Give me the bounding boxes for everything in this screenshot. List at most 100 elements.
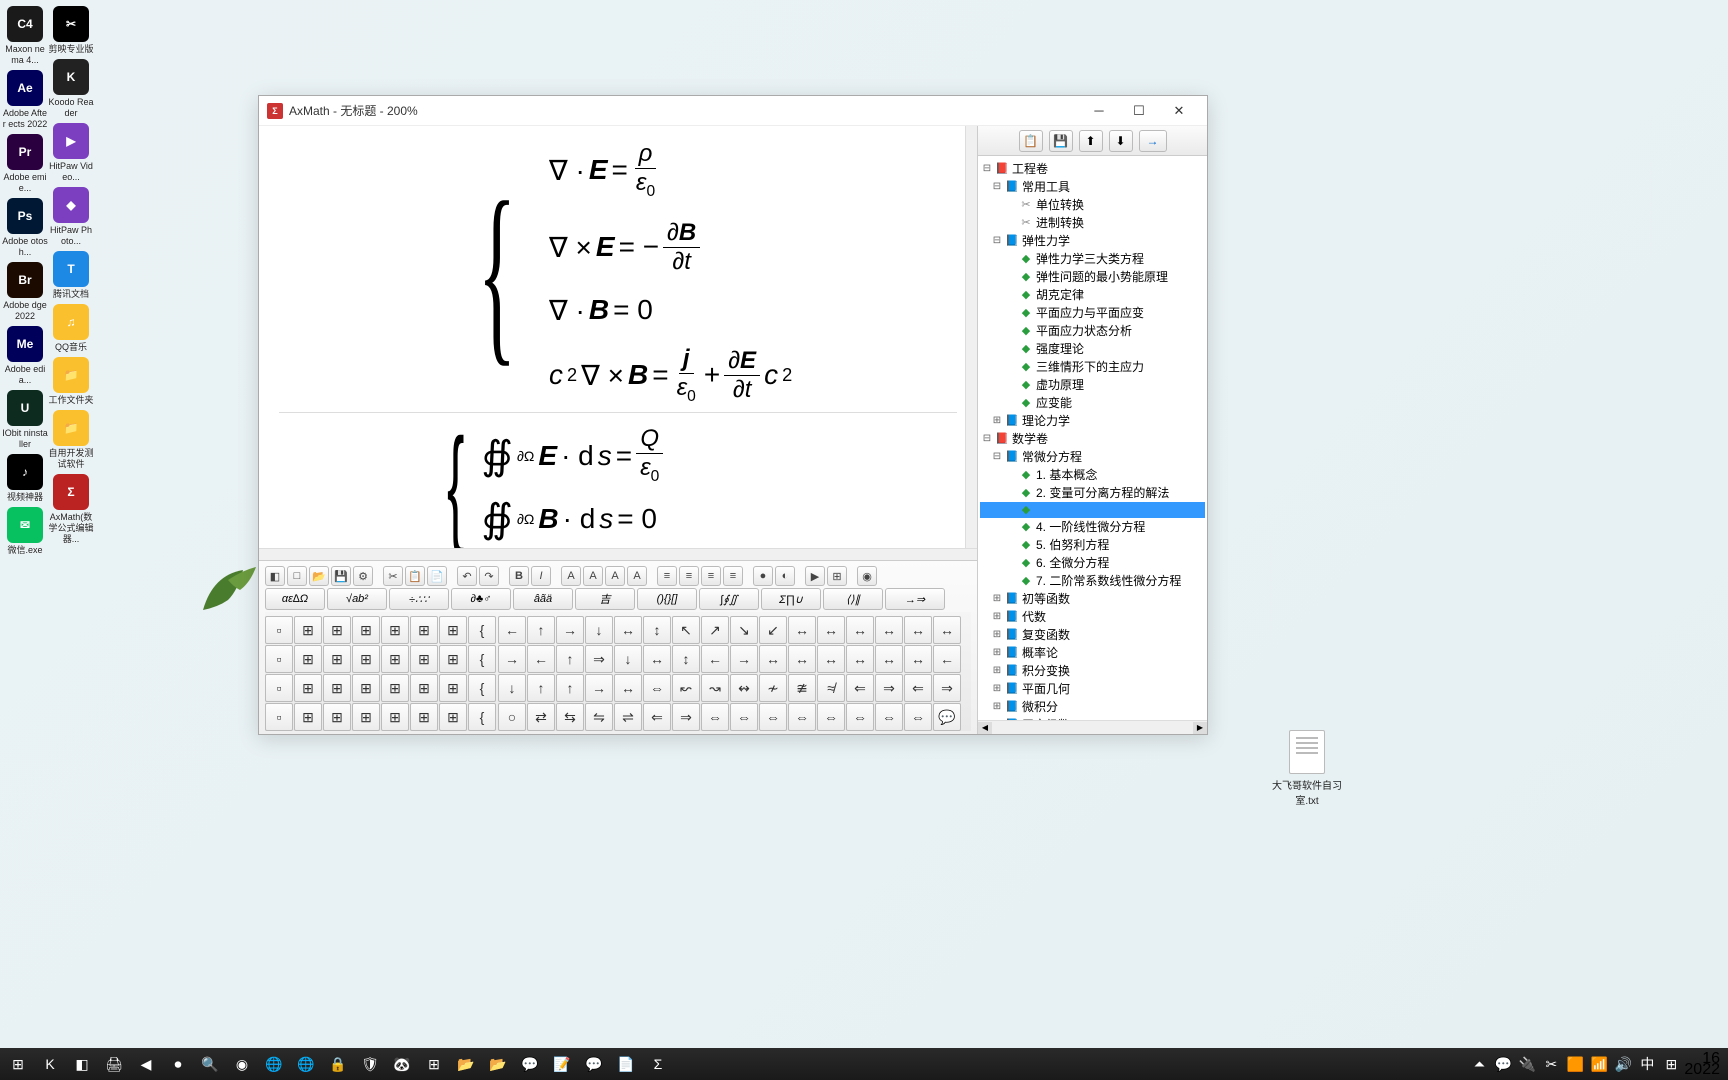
taskbar-app[interactable]: 📂 bbox=[484, 1050, 512, 1078]
tree-node[interactable]: ⊟📕数学卷 bbox=[980, 430, 1205, 448]
arrow-symbol-button[interactable]: ↓ bbox=[498, 674, 526, 702]
matrix-template-button[interactable]: ⊞ bbox=[294, 674, 322, 702]
taskbar-app[interactable]: 🛡 bbox=[356, 1050, 384, 1078]
arrow-symbol-button[interactable]: → bbox=[498, 645, 526, 673]
desktop-icon[interactable]: KKoodo Reader bbox=[48, 59, 94, 119]
taskbar-app[interactable]: ⊞ bbox=[4, 1050, 32, 1078]
arrow-symbol-button[interactable]: ⇐ bbox=[643, 703, 671, 731]
maximize-button[interactable]: ☐ bbox=[1119, 97, 1159, 125]
taskbar-app[interactable]: 💬 bbox=[516, 1050, 544, 1078]
arrow-symbol-button[interactable]: ↔ bbox=[643, 645, 671, 673]
arrow-symbol-button[interactable]: ↖ bbox=[672, 616, 700, 644]
arrow-symbol-button[interactable]: ⇒ bbox=[585, 645, 613, 673]
arrow-symbol-button[interactable]: ↔ bbox=[846, 616, 874, 644]
arrow-symbol-button[interactable]: ← bbox=[498, 616, 526, 644]
desktop-icon[interactable]: C4Maxon nema 4... bbox=[2, 6, 48, 66]
tree-node[interactable]: ⊞📘复变函数 bbox=[980, 626, 1205, 644]
tray-icon[interactable]: 🔊 bbox=[1614, 1050, 1632, 1078]
taskbar-app[interactable]: 🐼 bbox=[388, 1050, 416, 1078]
arrow-symbol-button[interactable]: → bbox=[585, 674, 613, 702]
matrix-template-button[interactable]: ⊞ bbox=[323, 645, 351, 673]
taskbar-app[interactable]: 🖨 bbox=[100, 1050, 128, 1078]
matrix-template-button[interactable]: ⊞ bbox=[352, 674, 380, 702]
library-tool-button[interactable]: ⬇ bbox=[1109, 130, 1133, 152]
matrix-template-button[interactable]: ▫ bbox=[265, 674, 293, 702]
matrix-template-button[interactable]: ▫ bbox=[265, 703, 293, 731]
arrow-symbol-button[interactable]: ↔ bbox=[846, 645, 874, 673]
matrix-template-button[interactable]: ⊞ bbox=[439, 616, 467, 644]
arrow-symbol-button[interactable]: ↕ bbox=[643, 616, 671, 644]
symbol-tab[interactable]: √ab² bbox=[327, 588, 387, 610]
arrow-symbol-button[interactable]: 💬 bbox=[933, 703, 961, 731]
arrow-symbol-button[interactable]: ↔ bbox=[904, 616, 932, 644]
arrow-symbol-button[interactable]: ↔ bbox=[817, 645, 845, 673]
desktop-icon[interactable]: 📁自用开发测试软件 bbox=[48, 410, 94, 470]
arrow-symbol-button[interactable]: ⇐ bbox=[904, 674, 932, 702]
toolbar-button[interactable]: ↶ bbox=[457, 566, 477, 586]
arrow-symbol-button[interactable]: ⇔ bbox=[643, 674, 671, 702]
arrow-symbol-button[interactable]: ≉ bbox=[817, 674, 845, 702]
toolbar-button[interactable]: ⚙ bbox=[353, 566, 373, 586]
matrix-template-button[interactable]: ⊞ bbox=[381, 645, 409, 673]
desktop-icon[interactable]: ΣAxMath(数学公式编辑器... bbox=[48, 474, 94, 545]
arrow-symbol-button[interactable]: → bbox=[730, 645, 758, 673]
tray-icon[interactable]: 中 bbox=[1638, 1050, 1656, 1078]
arrow-symbol-button[interactable]: ↔ bbox=[904, 645, 932, 673]
symbol-tab[interactable]: ∫∮∬ bbox=[699, 588, 759, 610]
toolbar-button[interactable]: A bbox=[583, 566, 603, 586]
taskbar-app[interactable]: 🌐 bbox=[260, 1050, 288, 1078]
desktop-icon[interactable]: AeAdobe After ects 2022 bbox=[2, 70, 48, 130]
matrix-template-button[interactable]: ⊞ bbox=[410, 645, 438, 673]
toolbar-button[interactable]: ≡ bbox=[701, 566, 721, 586]
desktop-icon[interactable]: ✂剪映专业版 bbox=[48, 6, 94, 55]
arrow-symbol-button[interactable]: ○ bbox=[498, 703, 526, 731]
desktop-icon[interactable]: ◆HitPaw Photo... bbox=[48, 187, 94, 247]
matrix-template-button[interactable]: { bbox=[468, 703, 496, 731]
tree-node[interactable]: ⊟📘常用工具 bbox=[980, 178, 1205, 196]
matrix-template-button[interactable]: ⊞ bbox=[323, 674, 351, 702]
matrix-template-button[interactable]: ⊞ bbox=[439, 674, 467, 702]
matrix-template-button[interactable]: ⊞ bbox=[381, 616, 409, 644]
matrix-template-button[interactable]: ⊞ bbox=[323, 616, 351, 644]
tree-node[interactable]: ◆6. 全微分方程 bbox=[980, 554, 1205, 572]
desktop-icon[interactable]: ✉微信.exe bbox=[2, 507, 48, 556]
desktop-icon[interactable]: UIObit ninstaller bbox=[2, 390, 48, 450]
taskbar-app[interactable]: 💬 bbox=[580, 1050, 608, 1078]
toolbar-button[interactable]: ● bbox=[753, 566, 773, 586]
titlebar[interactable]: Σ AxMath - 无标题 - 200% ─ ☐ ✕ bbox=[259, 96, 1207, 126]
tree-node[interactable]: ⊞📘理论力学 bbox=[980, 412, 1205, 430]
toolbar-button[interactable]: 📄 bbox=[427, 566, 447, 586]
arrow-symbol-button[interactable]: ⇔ bbox=[875, 703, 903, 731]
arrow-symbol-button[interactable]: ↙ bbox=[759, 616, 787, 644]
toolbar-button[interactable]: I bbox=[531, 566, 551, 586]
tree-node[interactable]: ◆弹性力学三大类方程 bbox=[980, 250, 1205, 268]
arrow-symbol-button[interactable]: ⇒ bbox=[933, 674, 961, 702]
tree-node[interactable]: ⊟📘弹性力学 bbox=[980, 232, 1205, 250]
arrow-symbol-button[interactable]: ↑ bbox=[556, 674, 584, 702]
arrow-symbol-button[interactable]: ≁ bbox=[759, 674, 787, 702]
toolbar-button[interactable]: □ bbox=[287, 566, 307, 586]
arrow-symbol-button[interactable]: ↑ bbox=[527, 616, 555, 644]
library-tool-button[interactable]: 📋 bbox=[1019, 130, 1043, 152]
arrow-symbol-button[interactable]: ↕ bbox=[672, 645, 700, 673]
toolbar-button[interactable]: ≡ bbox=[679, 566, 699, 586]
vertical-scrollbar[interactable] bbox=[965, 126, 977, 548]
arrow-symbol-button[interactable]: ↝ bbox=[701, 674, 729, 702]
desktop-icon[interactable]: PsAdobe otosh... bbox=[2, 198, 48, 258]
arrow-symbol-button[interactable]: ⇔ bbox=[817, 703, 845, 731]
arrow-symbol-button[interactable]: ⇔ bbox=[846, 703, 874, 731]
arrow-symbol-button[interactable]: ← bbox=[701, 645, 729, 673]
symbol-tab[interactable]: ÷∴∵ bbox=[389, 588, 449, 610]
tray-icon[interactable]: ⊞ bbox=[1662, 1050, 1680, 1078]
desktop-icon[interactable]: ♫QQ音乐 bbox=[48, 304, 94, 353]
toolbar-button[interactable]: ⊞ bbox=[827, 566, 847, 586]
toolbar-button[interactable]: 📋 bbox=[405, 566, 425, 586]
arrow-symbol-button[interactable]: ⇐ bbox=[846, 674, 874, 702]
arrow-symbol-button[interactable]: ↔ bbox=[875, 645, 903, 673]
tree-node[interactable]: ⊟📘常微分方程 bbox=[980, 448, 1205, 466]
toolbar-button[interactable]: ◉ bbox=[857, 566, 877, 586]
arrow-symbol-button[interactable]: ⇔ bbox=[904, 703, 932, 731]
taskbar-app[interactable]: K bbox=[36, 1050, 64, 1078]
tree-node[interactable]: ◆平面应力与平面应变 bbox=[980, 304, 1205, 322]
tray-icon[interactable]: 🔌 bbox=[1518, 1050, 1536, 1078]
